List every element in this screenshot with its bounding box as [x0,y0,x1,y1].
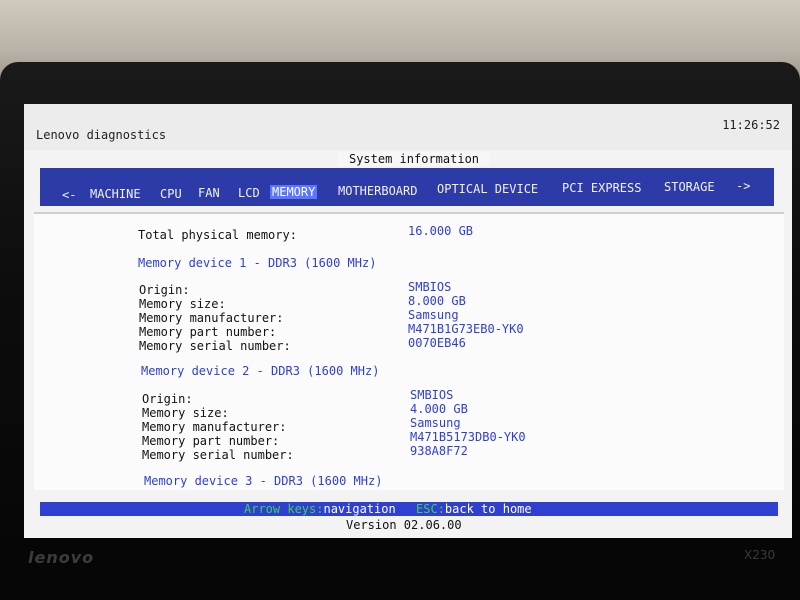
tab-cpu[interactable]: CPU [158,187,184,201]
device-1-serial-number-value: 0070EB46 [408,336,466,350]
tab-memory[interactable]: MEMORY [270,185,318,199]
device-2-part-number-value: M471B5173DB0-YK0 [410,430,526,444]
top-bar: Lenovo diagnostics 11:26:52 [24,104,792,150]
device-2-serial-number-value: 938A8F72 [410,444,468,458]
version-label: Version 02.06.00 [346,518,462,532]
nav-next-arrow[interactable]: -> [734,179,752,193]
arrow-keys-hint: Arrow keys [244,502,317,516]
lenovo-logo: lenovo [28,548,95,567]
total-memory-label: Total physical memory: [138,228,297,242]
device-1-manufacturer-label: Memory manufacturer: [139,311,284,325]
category-nav: <- MACHINE CPU FAN LCD MEMORY MOTHERBOAR… [40,168,774,206]
model-badge: X230 [744,548,776,562]
device-2-part-number-label: Memory part number: [142,434,280,448]
app-title: Lenovo diagnostics [36,128,167,142]
device-1-serial-number-label: Memory serial number: [139,339,291,353]
device-1-size-value: 8.000 GB [408,294,466,308]
device-2-size-value: 4.000 GB [410,402,468,416]
memory-device-2-title: Memory device 2 - DDR3 (1600 MHz) [141,364,380,378]
device-1-origin-value: SMBIOS [408,280,452,294]
section-title: System information [338,152,490,166]
esc-separator: : [437,502,445,516]
diagnostics-screen: Lenovo diagnostics 11:26:52 System infor… [24,104,792,538]
device-2-origin-label: Origin: [142,392,193,406]
device-1-size-label: Memory size: [139,297,226,311]
hint-home: ESC:back to home [416,502,532,516]
clock: 11:26:52 [722,118,780,132]
memory-device-3-title: Memory device 3 - DDR3 (1600 MHz) [144,474,383,488]
tab-lcd[interactable]: LCD [236,186,262,200]
navigation-hint: navigation [323,502,396,516]
tab-storage[interactable]: STORAGE [662,180,717,194]
device-1-origin-label: Origin: [139,283,190,297]
status-bar: Arrow keys:navigation ESC:back to home [40,502,778,516]
total-memory-value: 16.000 GB [408,224,474,238]
device-2-manufacturer-value: Samsung [410,416,461,430]
nav-prev-arrow[interactable]: <- [60,188,78,202]
device-2-manufacturer-label: Memory manufacturer: [142,420,287,434]
back-to-home-hint: back to home [444,502,532,516]
device-2-size-label: Memory size: [142,406,229,420]
memory-info-panel: Total physical memory: 16.000 GB Memory … [34,212,784,490]
esc-key-hint: ESC [416,502,438,516]
device-2-origin-value: SMBIOS [410,388,454,402]
tab-pci-express[interactable]: PCI EXPRESS [560,181,643,195]
device-1-part-number-value: M471B1G73EB0-YK0 [408,322,524,336]
memory-device-1-title: Memory device 1 - DDR3 (1600 MHz) [138,256,377,270]
tab-motherboard[interactable]: MOTHERBOARD [336,184,419,198]
device-2-serial-number-label: Memory serial number: [142,448,294,462]
tab-optical-device[interactable]: OPTICAL DEVICE [435,182,540,196]
tab-machine[interactable]: MACHINE [88,187,143,201]
device-1-manufacturer-value: Samsung [408,308,459,322]
tab-fan[interactable]: FAN [196,186,222,200]
hint-navigation: Arrow keys:navigation [244,502,396,516]
device-1-part-number-label: Memory part number: [139,325,277,339]
